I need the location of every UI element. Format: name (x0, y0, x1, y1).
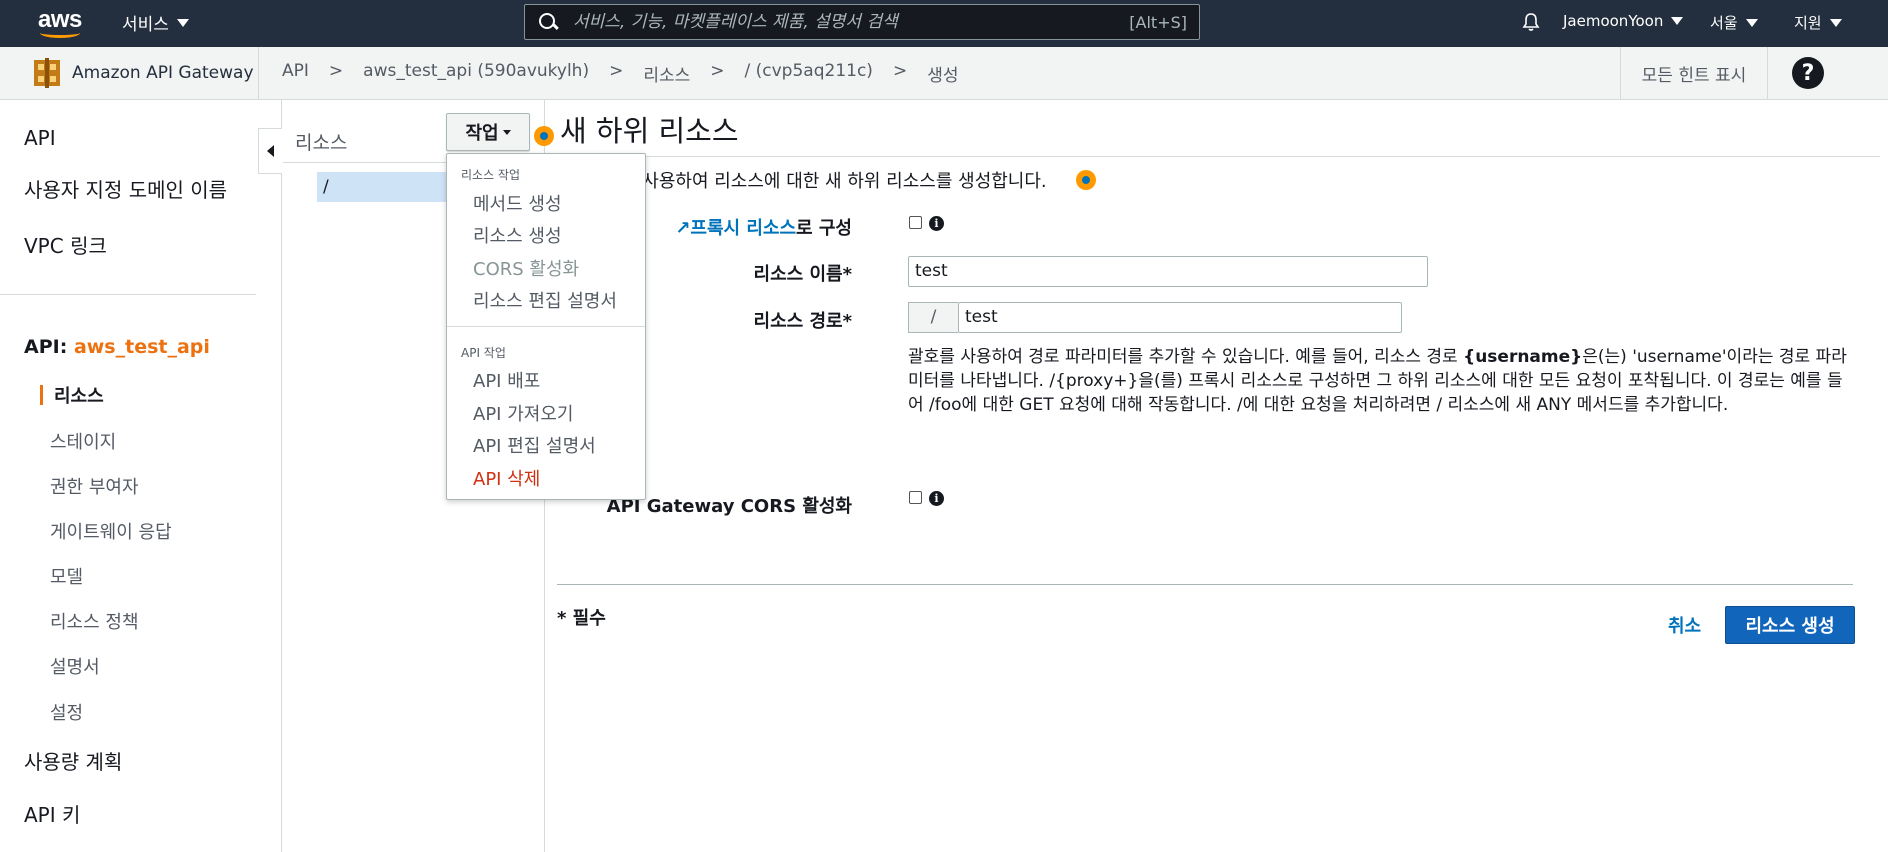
nav-item-api[interactable]: API (24, 126, 56, 150)
hint-marker-icon[interactable] (1076, 170, 1096, 190)
nav-item-vpc-link[interactable]: VPC 링크 (24, 230, 107, 259)
region-name: 서울 (1710, 14, 1738, 32)
breadcrumb-separator: > (892, 61, 908, 81)
left-navigation: API 사용자 지정 도메인 이름 VPC 링크 API: aws_test_a… (0, 100, 282, 852)
menu-item-edit-api-docs[interactable]: API 편집 설명서 (473, 432, 596, 458)
external-link-icon: ↗ (675, 218, 691, 239)
breadcrumb-api-name[interactable]: aws_test_api (590avukylh) (363, 61, 589, 86)
services-label: 서비스 (122, 15, 169, 35)
account-name: JaemoonYoon (1563, 12, 1664, 30)
nav-item-models[interactable]: 모델 (50, 563, 83, 589)
breadcrumb-separator: > (710, 61, 725, 81)
api-prefix: API: (24, 336, 68, 358)
chevron-down-icon (1671, 17, 1684, 25)
nav-item-gateway-responses[interactable]: 게이트웨이 응답 (50, 518, 172, 544)
divider (258, 47, 259, 100)
chevron-down-icon (176, 18, 189, 27)
chevron-down-icon (502, 129, 511, 135)
breadcrumb: API > aws_test_api (590avukylh) > 리소스 > … (282, 61, 958, 86)
dropdown-section-api: API 작업 (461, 346, 506, 360)
nav-item-documentation[interactable]: 설명서 (50, 653, 100, 679)
menu-item-create-resource[interactable]: 리소스 생성 (473, 222, 562, 248)
divider (560, 156, 1880, 157)
api-gateway-icon (34, 58, 60, 88)
actions-dropdown-button[interactable]: 작업 (446, 113, 530, 151)
api-name[interactable]: aws_test_api (74, 336, 210, 358)
help-text-example: {username} (1463, 347, 1583, 367)
resource-path-input[interactable]: test (958, 302, 1402, 333)
hint-marker-icon[interactable] (534, 126, 554, 146)
breadcrumb-separator: > (328, 61, 344, 81)
proxy-resource-label: ↗프록시 리소스로 구성 (660, 214, 852, 240)
chevron-down-icon (1745, 18, 1758, 27)
breadcrumb-resource-root[interactable]: / (cvp5aq211c) (745, 61, 873, 86)
resource-path-prefix: / (908, 302, 958, 333)
info-icon[interactable]: i (929, 491, 944, 506)
show-hints-button[interactable]: 모든 힌트 표시 (1620, 47, 1768, 100)
create-resource-button[interactable]: 리소스 생성 (1725, 606, 1855, 644)
search-shortcut: [Alt+S] (1129, 12, 1187, 32)
required-note: * 필수 (557, 608, 606, 629)
chevron-down-icon (1829, 18, 1842, 27)
menu-item-import-api[interactable]: API 가져오기 (473, 400, 573, 426)
menu-item-enable-cors: CORS 활성화 (473, 259, 580, 280)
help-text-part: 괄호를 사용하여 경로 파라미터를 추가할 수 있습니다. 예를 들어, 리소스… (908, 347, 1464, 367)
resource-path-help: 괄호를 사용하여 경로 파라미터를 추가할 수 있습니다. 예를 들어, 리소스… (908, 345, 1848, 417)
resource-tree-header: 리소스 (295, 132, 348, 154)
nav-item-authorizers[interactable]: 권한 부여자 (50, 473, 139, 499)
search-box[interactable]: [Alt+S] (524, 4, 1200, 40)
cancel-link[interactable]: 취소 (1668, 612, 1701, 638)
cors-checkbox[interactable] (909, 491, 922, 504)
divider (557, 584, 1853, 585)
nav-item-custom-domain[interactable]: 사용자 지정 도메인 이름 (24, 174, 227, 203)
proxy-resource-checkbox[interactable] (909, 216, 922, 229)
aws-logo[interactable]: aws (36, 6, 84, 40)
nav-item-resource-policy[interactable]: 리소스 정책 (50, 608, 139, 634)
api-name-heading: API: aws_test_api (24, 336, 210, 358)
service-header-bar: Amazon API Gateway API > aws_test_api (5… (0, 47, 1888, 100)
nav-item-api-keys[interactable]: API 키 (24, 799, 80, 828)
search-icon (537, 11, 559, 33)
page-description: 을 사용하여 리소스에 대한 새 하위 리소스를 생성합니다. (620, 171, 1047, 192)
support-label: 지원 (1794, 14, 1822, 32)
nav-item-usage-plans[interactable]: 사용량 계획 (24, 746, 122, 775)
actions-dropdown-menu: 리소스 작업 메서드 생성 리소스 생성 CORS 활성화 리소스 편집 설명서… (446, 153, 646, 500)
resource-name-label: 리소스 이름* (753, 264, 852, 285)
proxy-resource-link[interactable]: 프록시 리소스 (690, 218, 796, 239)
info-icon[interactable]: i (929, 216, 944, 231)
services-menu[interactable]: 서비스 (122, 10, 189, 35)
nav-item-stages[interactable]: 스테이지 (50, 428, 116, 454)
support-menu[interactable]: 지원 (1794, 12, 1842, 33)
breadcrumb-separator: > (609, 61, 624, 81)
nav-item-resources[interactable]: 리소스 (54, 382, 104, 408)
bell-icon[interactable] (1521, 12, 1541, 32)
service-name[interactable]: Amazon API Gateway (72, 63, 254, 83)
search-input[interactable] (573, 12, 1130, 32)
proxy-label-suffix: 로 구성 (796, 218, 852, 239)
active-indicator (40, 385, 43, 405)
region-menu[interactable]: 서울 (1710, 12, 1758, 33)
collapse-sidebar-button[interactable] (258, 128, 282, 174)
menu-item-create-method[interactable]: 메서드 생성 (473, 190, 562, 216)
dropdown-section-resource: 리소스 작업 (461, 168, 521, 182)
resource-path-label: 리소스 경로* (753, 311, 852, 332)
menu-item-delete-api[interactable]: API 삭제 (473, 465, 540, 491)
resource-name-input[interactable]: test (908, 256, 1428, 287)
page-title: 새 하위 리소스 (560, 114, 739, 148)
actions-label: 작업 (465, 123, 499, 144)
menu-item-edit-resource-docs[interactable]: 리소스 편집 설명서 (473, 287, 617, 313)
nav-item-settings[interactable]: 설정 (50, 699, 83, 725)
menu-item-deploy-api[interactable]: API 배포 (473, 367, 540, 393)
breadcrumb-resources[interactable]: 리소스 (643, 61, 690, 86)
divider (447, 326, 645, 327)
help-icon[interactable]: ? (1792, 57, 1824, 89)
breadcrumb-current: 생성 (927, 66, 959, 86)
top-navigation-bar: aws 서비스 [Alt+S] JaemoonYoon 서울 지원 (0, 0, 1888, 47)
account-menu[interactable]: JaemoonYoon (1563, 12, 1684, 30)
divider (0, 294, 256, 295)
breadcrumb-api[interactable]: API (282, 61, 309, 86)
